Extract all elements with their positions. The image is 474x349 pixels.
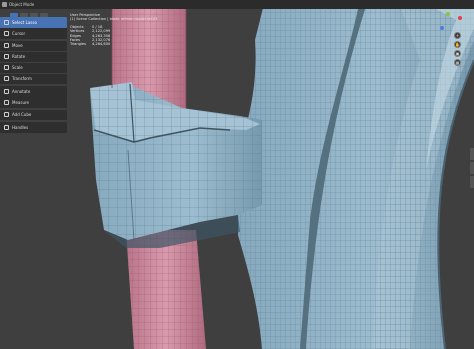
move-icon	[4, 43, 9, 49]
sidebar-tab[interactable]	[470, 148, 474, 160]
3d-scene[interactable]	[0, 0, 474, 349]
annotate-icon	[4, 88, 9, 94]
z-axis-handle[interactable]	[440, 26, 444, 30]
camera-icon[interactable]: ▣	[454, 50, 461, 57]
handles-icon	[4, 124, 9, 130]
sidebar-tab[interactable]	[470, 162, 474, 174]
object-mode-dropdown[interactable]: Object Mode	[2, 1, 40, 8]
tool-handles[interactable]: Handles	[0, 122, 67, 133]
hand-pan-icon[interactable]: ✋	[454, 41, 461, 48]
tool-scale[interactable]: Scale	[0, 62, 67, 73]
tool-label: Scale	[12, 65, 23, 71]
stat-row: Triangles 4,264,600	[70, 42, 157, 46]
guard-mesh[interactable]	[90, 82, 262, 248]
mode-label: Object Mode	[9, 2, 35, 7]
tool-transform[interactable]: Transform	[0, 73, 67, 84]
tool-add-cube[interactable]: Add Cube	[0, 109, 67, 120]
tool-rotate[interactable]: Rotate	[0, 51, 67, 62]
grid-icon[interactable]: ▦	[454, 59, 461, 66]
tool-label: Add Cube	[12, 112, 32, 118]
3d-viewport[interactable]: Object Mode Select Lasso Cursor Move Rot…	[0, 0, 474, 349]
y-axis-handle[interactable]	[446, 12, 450, 16]
scale-icon	[4, 65, 9, 71]
tool-label: Move	[12, 43, 23, 49]
object-mode-icon	[2, 2, 7, 7]
rotate-icon	[4, 54, 9, 60]
tool-label: Rotate	[12, 54, 26, 60]
transform-icon	[4, 76, 9, 82]
tool-measure[interactable]: Measure	[0, 97, 67, 108]
zoom-icon[interactable]: +	[454, 32, 461, 39]
tool-label: Annotate	[12, 88, 31, 94]
add-cube-icon	[4, 112, 9, 118]
toolbar-panel: Select Lasso Cursor Move Rotate Scale Tr…	[0, 17, 67, 133]
measure-icon	[4, 99, 9, 105]
viewport-header: Object Mode	[0, 0, 474, 9]
tool-label: Transform	[12, 76, 32, 82]
tool-select-lasso[interactable]: Select Lasso	[0, 17, 67, 28]
tool-label: Measure	[12, 99, 29, 105]
tool-annotate[interactable]: Annotate	[0, 86, 67, 97]
tool-label: Cursor	[12, 30, 26, 36]
viewport-stats-overlay: User Perspective (1) Scene Collection | …	[70, 13, 157, 47]
cursor-icon	[4, 30, 9, 36]
tool-label: Select Lasso	[12, 19, 37, 25]
sidebar-tab[interactable]	[470, 176, 474, 188]
navigation-gizmo[interactable]: + ✋ ▣ ▦	[434, 12, 468, 68]
stat-value: 4,264,600	[92, 42, 111, 47]
collection-name: (1) Scene Collection | blade refinen mod…	[70, 17, 158, 22]
tool-move[interactable]: Move	[0, 40, 67, 51]
x-axis-handle[interactable]	[458, 16, 462, 20]
lasso-select-icon	[4, 19, 9, 25]
tool-label: Handles	[12, 124, 29, 130]
stat-key: Triangles	[70, 42, 86, 47]
tool-cursor[interactable]: Cursor	[0, 28, 67, 39]
